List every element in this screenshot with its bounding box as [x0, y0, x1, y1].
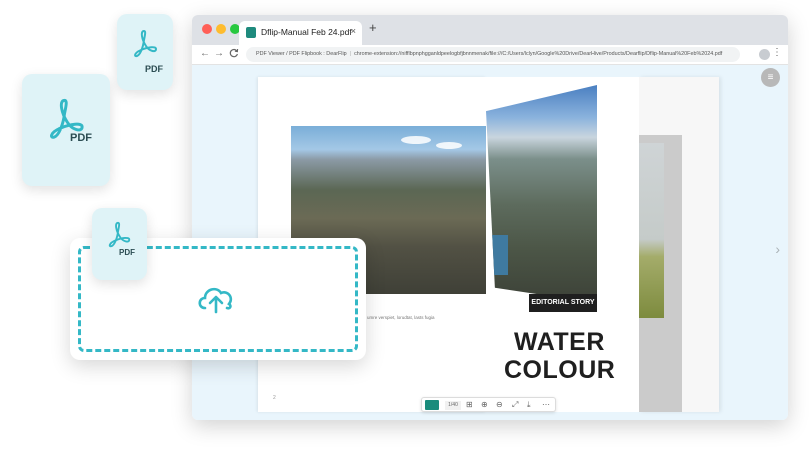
- minimize-window-button[interactable]: [216, 24, 226, 34]
- back-icon[interactable]: ←: [200, 48, 210, 59]
- zoom-out-icon[interactable]: ⊖: [496, 399, 503, 411]
- zoom-in-icon[interactable]: ⊕: [481, 399, 488, 411]
- address-url: chrome-extension://nifflbpnphgganldpeelo…: [354, 51, 723, 57]
- pdf-file-card-top: PDF: [117, 14, 173, 90]
- pdf-label: PDF: [70, 132, 92, 144]
- cliff-lake-photo: [486, 85, 597, 303]
- back-page-photo: [639, 143, 664, 318]
- photo-caption: Rhoe umre verspiet, lorudtat, lasts fugi…: [355, 315, 435, 320]
- flipbook-toolbar: 1/40 ⊞ ⊕ ⊖ ⤢ ⤓ ⋯: [421, 397, 556, 412]
- editorial-story-tag: EDITORIAL STORY: [529, 294, 597, 312]
- grid-icon[interactable]: ⊞: [466, 399, 473, 411]
- photo-cloud: [401, 136, 431, 144]
- address-input[interactable]: PDF Viewer / PDF Flipbook : DearFlip | chr…: [246, 47, 740, 62]
- left-page-number: 2: [273, 395, 276, 401]
- stage: Dflip-Manual Feb 24.pdf × + ← → PDF View…: [0, 0, 809, 449]
- photo-cloud: [436, 142, 462, 149]
- tab-close-icon[interactable]: ×: [351, 26, 356, 36]
- viewer-menu-button[interactable]: ≡: [761, 68, 780, 87]
- lake-shape: [488, 235, 508, 275]
- flipbook-favicon-icon: [246, 27, 256, 38]
- acrobat-icon: [134, 29, 158, 58]
- browser-tab[interactable]: Dflip-Manual Feb 24.pdf ×: [239, 21, 362, 45]
- download-icon[interactable]: ⤓: [527, 399, 531, 411]
- browser-menu-icon[interactable]: ⋮: [772, 47, 782, 58]
- more-options-icon[interactable]: ⋯: [542, 399, 550, 411]
- fullscreen-icon[interactable]: ⤢: [512, 399, 518, 411]
- page-indicator[interactable]: 1/40: [445, 401, 461, 410]
- pdf-file-card-upload: PDF: [92, 208, 147, 280]
- address-separator: |: [349, 51, 352, 57]
- headline-colour: COLOUR: [504, 356, 616, 384]
- new-tab-button[interactable]: +: [369, 20, 377, 35]
- reload-icon[interactable]: [229, 48, 239, 61]
- thumbnail-book-icon[interactable]: [425, 400, 439, 410]
- tab-title: Dflip-Manual Feb 24.pdf: [261, 27, 352, 37]
- close-window-button[interactable]: [202, 24, 212, 34]
- pdf-file-card-left: PDF: [22, 74, 110, 186]
- headline-water: WATER: [514, 328, 605, 356]
- forward-icon[interactable]: →: [214, 48, 224, 59]
- profile-avatar[interactable]: [759, 49, 770, 60]
- address-bar-row: ← → PDF Viewer / PDF Flipbook : DearFlip…: [192, 45, 788, 65]
- right-page: EDITORIAL STORY WATER COLOUR: [486, 77, 639, 412]
- next-page-arrow-icon[interactable]: ›: [775, 241, 780, 257]
- pdf-label: PDF: [119, 248, 135, 257]
- pdf-label: PDF: [145, 64, 163, 74]
- title-bar: Dflip-Manual Feb 24.pdf × +: [192, 15, 788, 45]
- cloud-upload-icon: [198, 287, 233, 314]
- site-title: PDF Viewer / PDF Flipbook : DearFlip: [256, 51, 347, 57]
- acrobat-icon: [108, 221, 131, 248]
